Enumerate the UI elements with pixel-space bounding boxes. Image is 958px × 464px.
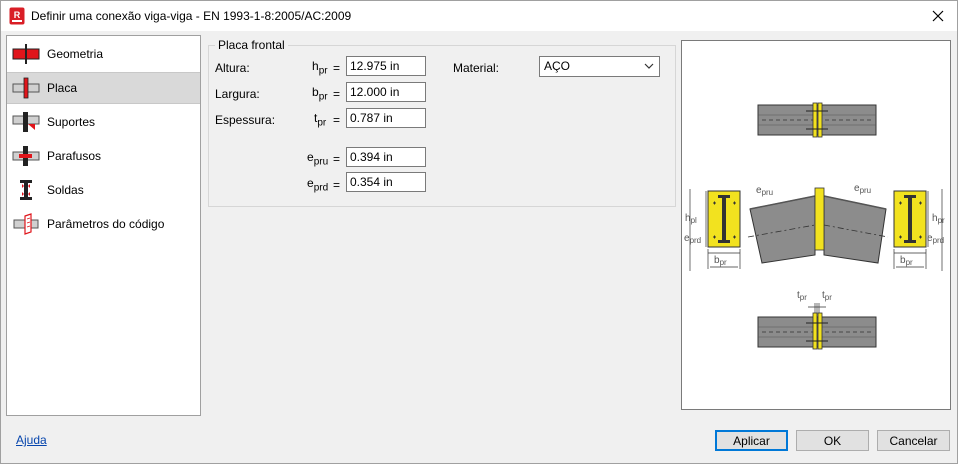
- bpr-label-left: bpr: [714, 255, 727, 267]
- epru-input[interactable]: 0.394 in: [346, 147, 426, 167]
- tpr-label-right: tpr: [822, 290, 832, 302]
- equals-sign: =: [333, 113, 341, 127]
- connection-drawing: epru epru hpl hpr eprd eprd bpr bpr tpr …: [684, 102, 945, 350]
- sidebar-item-geometria[interactable]: Geometria: [7, 38, 200, 70]
- middle-beam-view: [747, 187, 889, 264]
- height-input[interactable]: 12.975 in: [346, 56, 426, 76]
- svg-text:R: R: [14, 10, 21, 20]
- top-beam-view: [757, 102, 877, 138]
- thickness-label: Espessura:: [215, 113, 276, 127]
- close-icon: [932, 10, 944, 22]
- beam-geometry-icon: [12, 44, 40, 64]
- bottom-beam-view: [757, 312, 877, 350]
- bolts-icon: [12, 146, 40, 166]
- cancel-button[interactable]: Cancelar: [877, 430, 950, 451]
- height-symbol: hpr: [312, 59, 328, 77]
- sidebar-item-label: Geometria: [47, 47, 104, 61]
- material-select[interactable]: AÇO: [539, 56, 660, 77]
- sidebar-item-label: Soldas: [47, 183, 84, 197]
- equals-sign: =: [333, 61, 341, 75]
- apply-button[interactable]: Aplicar: [715, 430, 788, 451]
- width-symbol: bpr: [312, 85, 328, 103]
- code-parameters-icon: [13, 213, 39, 235]
- width-input[interactable]: 12.000 in: [346, 82, 426, 102]
- sidebar-item-label: Parafusos: [47, 149, 102, 163]
- sidebar-item-suportes[interactable]: Suportes: [7, 106, 200, 138]
- thickness-symbol: tpr: [314, 111, 327, 129]
- bpr-label-right: bpr: [900, 255, 913, 267]
- epru-label-right: epru: [854, 183, 871, 195]
- close-button[interactable]: [925, 3, 951, 29]
- sidebar-item-soldas[interactable]: Soldas: [7, 174, 200, 206]
- eprd-label-right: eprd: [927, 233, 944, 245]
- sidebar-item-label: Suportes: [47, 115, 96, 129]
- tpr-label-left: tpr: [797, 290, 807, 302]
- welds-icon: [20, 180, 32, 200]
- window-title: Definir uma conexão viga-viga - EN 1993-…: [31, 9, 352, 23]
- supports-icon: [12, 112, 40, 132]
- hpr-label: hpr: [932, 213, 945, 225]
- eprd-label-left: eprd: [684, 233, 701, 245]
- width-label: Largura:: [215, 87, 260, 101]
- equals-sign: =: [333, 152, 341, 166]
- sidebar-item-label: Parâmetros do código: [47, 217, 165, 231]
- thickness-input[interactable]: 0.787 in: [346, 108, 426, 128]
- ok-button[interactable]: OK: [796, 430, 869, 451]
- height-label: Altura:: [215, 61, 250, 75]
- help-link[interactable]: Ajuda: [16, 433, 47, 447]
- dialog-window: R Definir uma conexão viga-viga - EN 199…: [0, 0, 958, 464]
- hpl-label: hpl: [685, 213, 697, 225]
- equals-sign: =: [333, 178, 341, 192]
- eprd-input[interactable]: 0.354 in: [346, 172, 426, 192]
- sidebar-item-placa[interactable]: Placa: [7, 72, 200, 104]
- plate-icon: [12, 77, 40, 99]
- eprd-symbol: eprd: [307, 176, 329, 194]
- chevron-down-icon: [644, 63, 654, 69]
- epru-symbol: epru: [307, 150, 329, 168]
- connection-diagram: epru epru hpl hpr eprd eprd bpr bpr tpr …: [681, 40, 951, 410]
- sidebar-item-parafusos[interactable]: Parafusos: [7, 140, 200, 172]
- sidebar-nav: Geometria Placa Suportes Parafusos Solda…: [6, 35, 201, 416]
- epru-label-left: epru: [756, 185, 773, 197]
- title-bar: R Definir uma conexão viga-viga - EN 199…: [1, 1, 957, 31]
- equals-sign: =: [333, 87, 341, 101]
- sidebar-item-parametros[interactable]: Parâmetros do código: [7, 208, 200, 240]
- tpr-ticks: [808, 303, 826, 313]
- app-logo-icon: R: [9, 7, 25, 25]
- material-label: Material:: [453, 61, 500, 75]
- material-selected-value: AÇO: [544, 59, 571, 73]
- sidebar-item-label: Placa: [47, 81, 78, 95]
- groupbox-title: Placa frontal: [215, 38, 288, 52]
